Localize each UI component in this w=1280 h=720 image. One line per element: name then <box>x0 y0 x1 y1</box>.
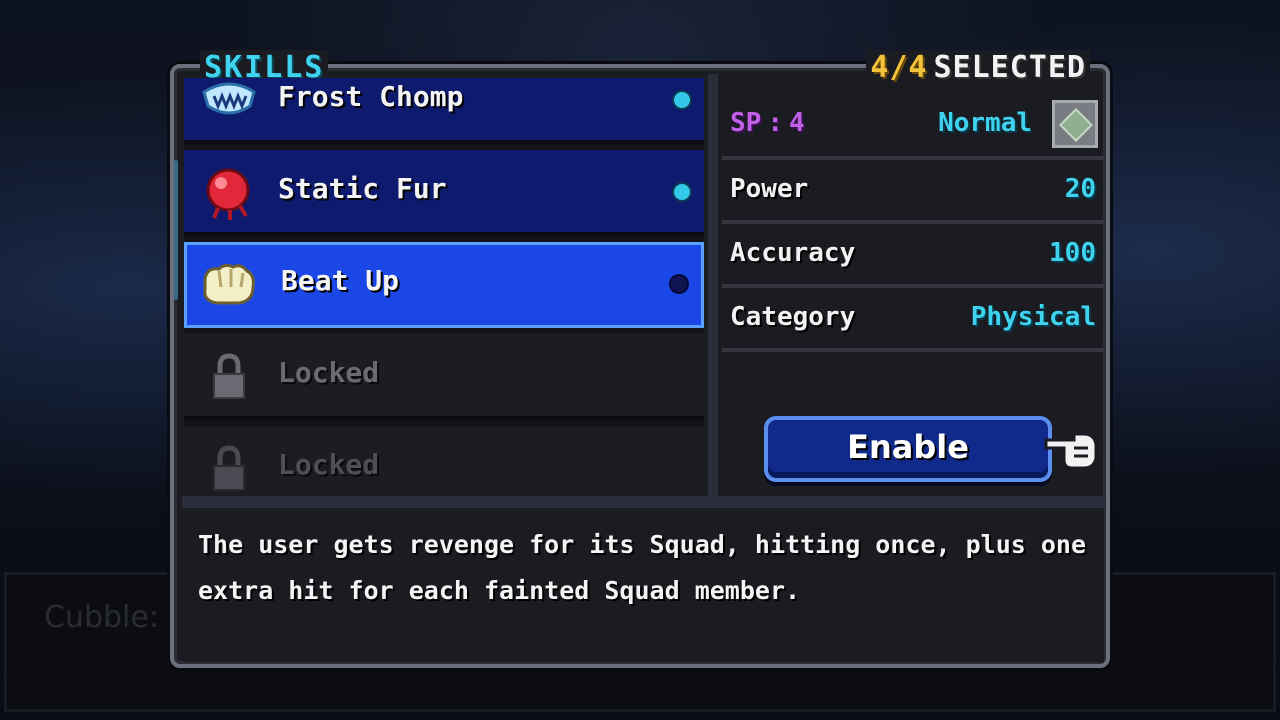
sp-value: 4 <box>788 108 805 138</box>
skill-row-static-fur[interactable]: Static Fur <box>184 150 704 236</box>
selected-count: 4/4 <box>870 50 928 85</box>
selected-label: SELECTED <box>933 50 1086 85</box>
selected-counter: 4/4 SELECTED <box>866 50 1090 85</box>
skill-row-locked: Locked <box>184 426 704 498</box>
enabled-indicator-dot <box>674 92 690 108</box>
skill-name: Locked <box>278 448 380 481</box>
vertical-divider <box>708 74 718 500</box>
skill-name: Static Fur <box>278 172 447 205</box>
skill-list-scrollbar[interactable] <box>174 160 178 300</box>
accuracy-label: Accuracy <box>730 238 856 268</box>
enabled-indicator-dot <box>674 184 690 200</box>
skill-list: Frost Chomp Static Fur Beat Up Locked Lo… <box>184 78 704 498</box>
lock-icon <box>213 353 245 399</box>
enable-button[interactable]: Enable <box>764 416 1052 482</box>
red-orb-icon <box>206 168 250 220</box>
background-dialog-speaker: Cubble: <box>44 600 159 635</box>
power-value: 20 <box>1064 174 1096 204</box>
pointing-hand-icon <box>1044 432 1098 470</box>
description-box: The user gets revenge for its Squad, hit… <box>184 508 1104 662</box>
skill-description: The user gets revenge for its Squad, hit… <box>198 530 1087 605</box>
sp-label: SP:4 <box>730 108 805 138</box>
stat-row-power: Power 20 <box>722 164 1104 224</box>
skill-row-frost-chomp[interactable]: Frost Chomp <box>184 78 704 144</box>
fist-icon <box>203 263 255 305</box>
stat-row-sp-type: SP:4 Normal <box>722 92 1104 160</box>
skill-row-locked: Locked <box>184 334 704 420</box>
power-label: Power <box>730 174 809 204</box>
stat-row-accuracy: Accuracy 100 <box>722 228 1104 288</box>
skill-name: Locked <box>278 356 380 389</box>
normal-type-gem-icon <box>1052 100 1098 148</box>
frost-fangs-icon <box>202 82 256 115</box>
disabled-indicator-dot <box>671 276 687 292</box>
category-label: Category <box>730 302 856 332</box>
horizontal-divider <box>182 496 1106 508</box>
accuracy-value: 100 <box>1049 238 1096 268</box>
skill-name: Beat Up <box>281 264 400 297</box>
skill-name: Frost Chomp <box>278 80 464 113</box>
lock-icon <box>213 445 245 491</box>
enable-button-label: Enable <box>847 428 969 466</box>
type-value: Normal <box>938 108 1032 138</box>
stat-row-category: Category Physical <box>722 292 1104 352</box>
skill-row-beat-up[interactable]: Beat Up <box>184 242 704 328</box>
category-value: Physical <box>970 302 1096 332</box>
